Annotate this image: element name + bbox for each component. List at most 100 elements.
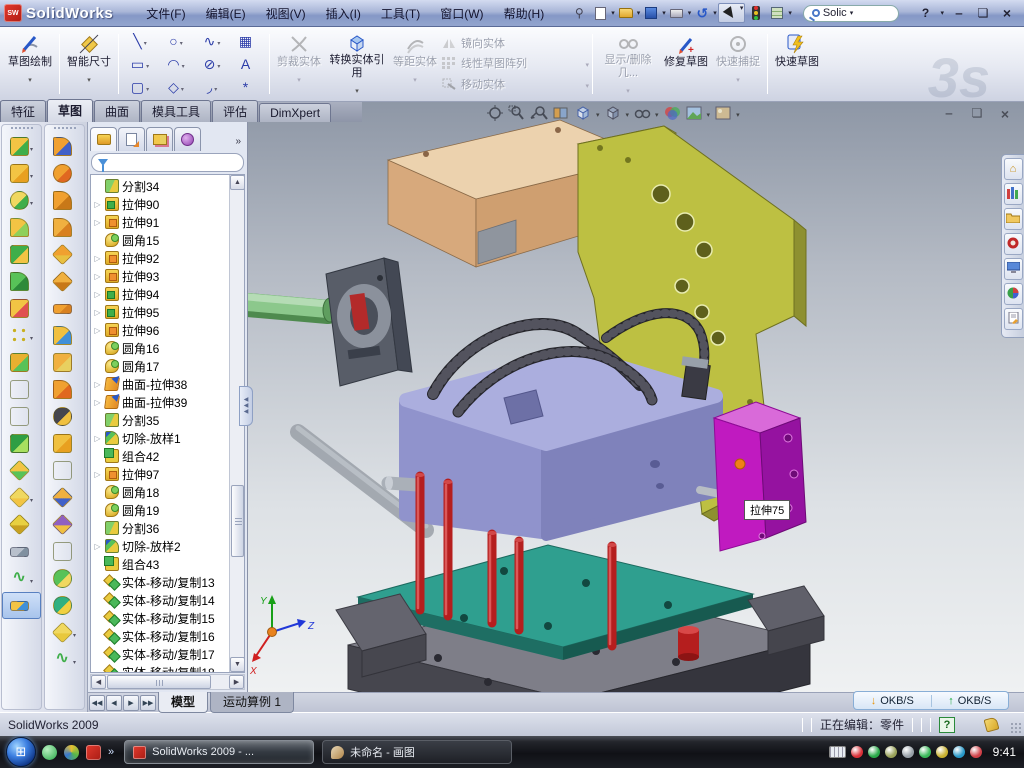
- quick-launch-overflow-chevron[interactable]: [108, 746, 114, 758]
- move-entities-button[interactable]: 移动实体: [441, 75, 589, 93]
- file-explorer-icon[interactable]: [1004, 208, 1023, 230]
- exploded-mold-assembly-model[interactable]: Y Z X: [248, 102, 1024, 692]
- dropdown-caret-icon[interactable]: [87, 69, 91, 87]
- feature-tool-button[interactable]: [2, 268, 41, 295]
- tray-icon[interactable]: [970, 746, 982, 758]
- search-caret-icon[interactable]: ▾: [850, 9, 854, 17]
- graphics-viewport[interactable]: Y Z X ⌂: [248, 102, 1024, 692]
- next-tab-icon[interactable]: ▶: [123, 695, 139, 711]
- taskbar-clock[interactable]: 9:41: [993, 745, 1016, 759]
- feature-tool-button[interactable]: [45, 619, 84, 646]
- dropdown-caret-icon[interactable]: [217, 55, 220, 73]
- dropdown-caret-icon[interactable]: [30, 138, 33, 156]
- appearances-scenes-icon[interactable]: [1004, 283, 1023, 305]
- dropdown-caret-icon[interactable]: [30, 327, 33, 345]
- sketch-entity-button[interactable]: ⊘: [194, 53, 230, 76]
- dropdown-caret-icon[interactable]: [596, 104, 600, 122]
- feature-tool-button[interactable]: [45, 268, 84, 295]
- feature-tool-button[interactable]: [45, 160, 84, 187]
- expander-icon[interactable]: [93, 542, 102, 551]
- last-tab-icon[interactable]: ▶▶: [140, 695, 156, 711]
- panel-tabs-overflow-chevron[interactable]: [231, 136, 245, 151]
- dropdown-caret-icon[interactable]: [655, 104, 659, 122]
- zoom-area-icon[interactable]: [508, 105, 526, 121]
- tree-item[interactable]: 实体-移动/复制14: [91, 591, 229, 609]
- expander-icon[interactable]: [93, 434, 102, 443]
- sketch-button[interactable]: 草图绘制: [4, 30, 56, 98]
- tree-filter-box[interactable]: [91, 153, 244, 172]
- tree-item[interactable]: 切除-放样2: [91, 537, 229, 555]
- dropdown-caret-icon[interactable]: [30, 192, 33, 210]
- feature-tool-button[interactable]: [45, 241, 84, 268]
- feature-tool-button[interactable]: [2, 403, 41, 430]
- expander-icon[interactable]: [93, 272, 102, 281]
- prev-tab-icon[interactable]: ◀: [106, 695, 122, 711]
- feature-tool-button[interactable]: [45, 430, 84, 457]
- quick-tips-icon[interactable]: ?: [939, 717, 955, 733]
- tree-item[interactable]: 拉伸91: [91, 213, 229, 231]
- sketch-entity-button[interactable]: ◠: [158, 53, 194, 76]
- restore-button[interactable]: [974, 6, 992, 20]
- view-palette-icon[interactable]: [1004, 258, 1023, 280]
- dropdown-caret-icon[interactable]: [30, 570, 33, 588]
- document-tab[interactable]: 运动算例 1: [210, 692, 294, 713]
- tree-horizontal-scrollbar[interactable]: ◀ ▶: [90, 674, 245, 690]
- sketch-entity-button[interactable]: ∿: [194, 30, 230, 53]
- feature-tool-button[interactable]: [45, 322, 84, 349]
- open-file-icon[interactable]: [616, 4, 636, 22]
- feature-tool-button[interactable]: [45, 484, 84, 511]
- first-tab-icon[interactable]: ◀◀: [89, 695, 105, 711]
- tree-item[interactable]: 圆角17: [91, 357, 229, 375]
- apply-scene-icon[interactable]: [685, 105, 703, 121]
- taskbar-window-button[interactable]: SolidWorks 2009 - ...: [124, 740, 314, 764]
- scrollbar-thumb[interactable]: [231, 485, 244, 557]
- scrollbar-thumb[interactable]: [107, 675, 211, 689]
- trim-entities-button[interactable]: 剪裁实体: [273, 30, 325, 98]
- view-settings-icon[interactable]: [714, 105, 732, 121]
- toolbox-icon[interactable]: [1004, 233, 1023, 255]
- tree-item[interactable]: 圆角15: [91, 231, 229, 249]
- display-style-icon[interactable]: [604, 105, 622, 121]
- scroll-right-icon[interactable]: ▶: [229, 675, 244, 689]
- feature-tool-button[interactable]: [45, 187, 84, 214]
- tree-item[interactable]: 实体-移动/复制16: [91, 627, 229, 645]
- green-sprue-tube[interactable]: [248, 296, 337, 322]
- feature-tool-button[interactable]: [2, 511, 41, 538]
- tray-icon[interactable]: [902, 746, 914, 758]
- minimize-button[interactable]: [950, 6, 968, 20]
- feature-tool-button[interactable]: [45, 133, 84, 160]
- dropdown-caret-icon[interactable]: [355, 80, 359, 98]
- menu-item[interactable]: 帮助(H): [495, 2, 554, 25]
- zoom-fit-icon[interactable]: [486, 105, 504, 121]
- input-method-keyboard-icon[interactable]: [829, 746, 846, 758]
- menu-item[interactable]: 视图(V): [257, 2, 315, 25]
- tray-icon[interactable]: [885, 746, 897, 758]
- menu-item[interactable]: 工具(T): [372, 2, 429, 25]
- tree-item[interactable]: 分割34: [91, 177, 229, 195]
- sketch-entity-button[interactable]: *: [230, 76, 266, 99]
- tree-item[interactable]: 拉伸92: [91, 249, 229, 267]
- command-tab[interactable]: 模具工具: [141, 100, 211, 122]
- dropdown-caret-icon[interactable]: [30, 489, 33, 507]
- feature-tool-button[interactable]: [45, 538, 84, 565]
- tree-item[interactable]: 拉伸95: [91, 303, 229, 321]
- feature-tool-button[interactable]: [45, 457, 84, 484]
- expander-icon[interactable]: [93, 380, 102, 389]
- scroll-left-icon[interactable]: ◀: [91, 675, 106, 689]
- feature-tool-button[interactable]: [2, 430, 41, 457]
- quick-launch-icon[interactable]: [64, 745, 79, 760]
- gray-nozzle-block[interactable]: [326, 258, 412, 386]
- feature-tool-button[interactable]: [2, 214, 41, 241]
- network-speed-widget[interactable]: ↓OKB/S ↑OKB/S: [853, 691, 1009, 710]
- dropdown-caret-icon[interactable]: [217, 32, 220, 50]
- feature-tool-button[interactable]: [2, 322, 41, 349]
- rapid-sketch-button[interactable]: 快速草图: [771, 30, 823, 98]
- sketch-entity-button[interactable]: ◞: [194, 76, 230, 99]
- tray-icon[interactable]: [868, 746, 880, 758]
- save-icon[interactable]: [641, 4, 661, 22]
- tab-dimxpertmanager[interactable]: [174, 127, 201, 151]
- expander-icon[interactable]: [93, 200, 102, 209]
- doc-restore-button[interactable]: [968, 106, 986, 122]
- linear-sketch-pattern-button[interactable]: 线性草图阵列: [441, 54, 589, 72]
- expander-icon[interactable]: [93, 470, 102, 479]
